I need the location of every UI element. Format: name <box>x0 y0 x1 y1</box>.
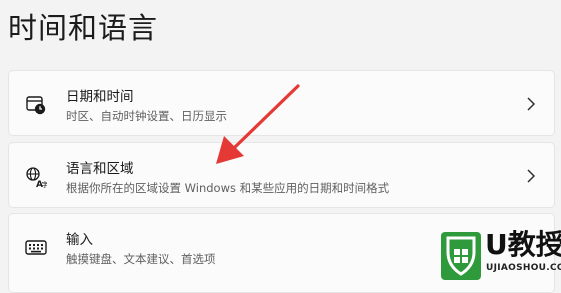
card-description: 时区、自动时钟设置、日历显示 <box>66 109 227 123</box>
svg-text:字: 字 <box>42 180 48 188</box>
card-description: 根据你所在的区域设置 Windows 和某些应用的日期和时间格式 <box>66 181 390 195</box>
clock-calendar-icon <box>26 96 46 115</box>
chevron-right-icon <box>527 169 536 183</box>
settings-card-language-region[interactable]: A 字 语言和区域 根据你所在的区域设置 Windows 和某些应用的日期和时间… <box>8 142 555 208</box>
watermark-logo: U教授 UJIAOSHOU.COM <box>438 228 561 284</box>
card-title: 日期和时间 <box>66 89 134 105</box>
settings-card-date-time[interactable]: 日期和时间 时区、自动时钟设置、日历显示 <box>8 70 555 136</box>
page-title: 时间和语言 <box>8 11 159 45</box>
card-title: 语言和区域 <box>66 161 134 177</box>
brand-badge-icon <box>441 232 481 280</box>
keyboard-icon <box>25 240 47 255</box>
card-title: 输入 <box>66 232 93 248</box>
card-description: 触摸键盘、文本建议、首选项 <box>66 252 216 266</box>
chevron-right-icon <box>527 97 536 111</box>
brand-site: UJIAOSHOU.COM <box>486 263 561 273</box>
brand-name: U教授 <box>485 228 561 261</box>
language-icon: A 字 <box>26 167 48 188</box>
